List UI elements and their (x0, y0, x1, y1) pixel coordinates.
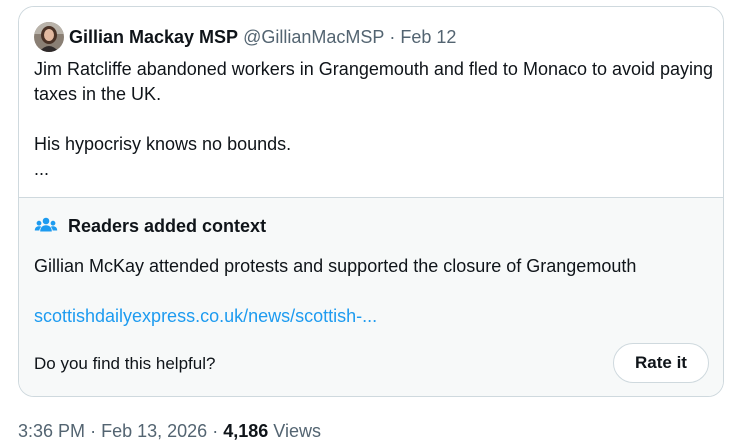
tweet-full-date[interactable]: Feb 13, 2026 (101, 421, 207, 441)
tweet-meta: 3:36 PM · Feb 13, 2026 · 4,186 Views (18, 419, 321, 444)
header-separator: · (389, 26, 396, 47)
meta-separator: · (90, 421, 97, 441)
people-icon (34, 217, 58, 232)
community-note-panel: Readers added context Gillian McKay atte… (19, 198, 723, 396)
community-note-title: Readers added context (68, 215, 267, 236)
quoted-tweet-header: Gillian Mackay MSP @GillianMacMSP · Feb … (34, 22, 456, 52)
tweet-text-ellipsis: ... (34, 159, 50, 179)
author-name[interactable]: Gillian Mackay MSP (69, 27, 238, 48)
tweet-text: Jim Ratcliffe abandoned workers in Grang… (34, 57, 714, 182)
community-note-text: Gillian McKay attended protests and supp… (34, 256, 637, 276)
helpful-question: Do you find this helpful? (34, 354, 216, 373)
community-note-source-link[interactable]: scottishdailyexpress.co.uk/news/scottish… (34, 304, 377, 329)
quoted-tweet-body[interactable]: Gillian Mackay MSP @GillianMacMSP · Feb … (19, 7, 723, 198)
tweet-date[interactable]: Feb 12 (400, 27, 456, 48)
tweet-text-line: Jim Ratcliffe abandoned workers in Grang… (34, 59, 714, 104)
tweet-text-line: His hypocrisy knows no bounds. (34, 134, 292, 154)
avatar[interactable] (34, 22, 64, 52)
rate-it-button[interactable]: Rate it (613, 343, 709, 383)
quoted-tweet-card[interactable]: Gillian Mackay MSP @GillianMacMSP · Feb … (18, 6, 724, 397)
meta-separator: · (212, 421, 219, 441)
author-handle[interactable]: @GillianMacMSP (243, 27, 384, 48)
views-label: Views (273, 421, 321, 441)
tweet-time[interactable]: 3:36 PM (18, 421, 85, 441)
views-count: 4,186 (223, 421, 269, 441)
community-note-header: Readers added context (34, 214, 266, 238)
